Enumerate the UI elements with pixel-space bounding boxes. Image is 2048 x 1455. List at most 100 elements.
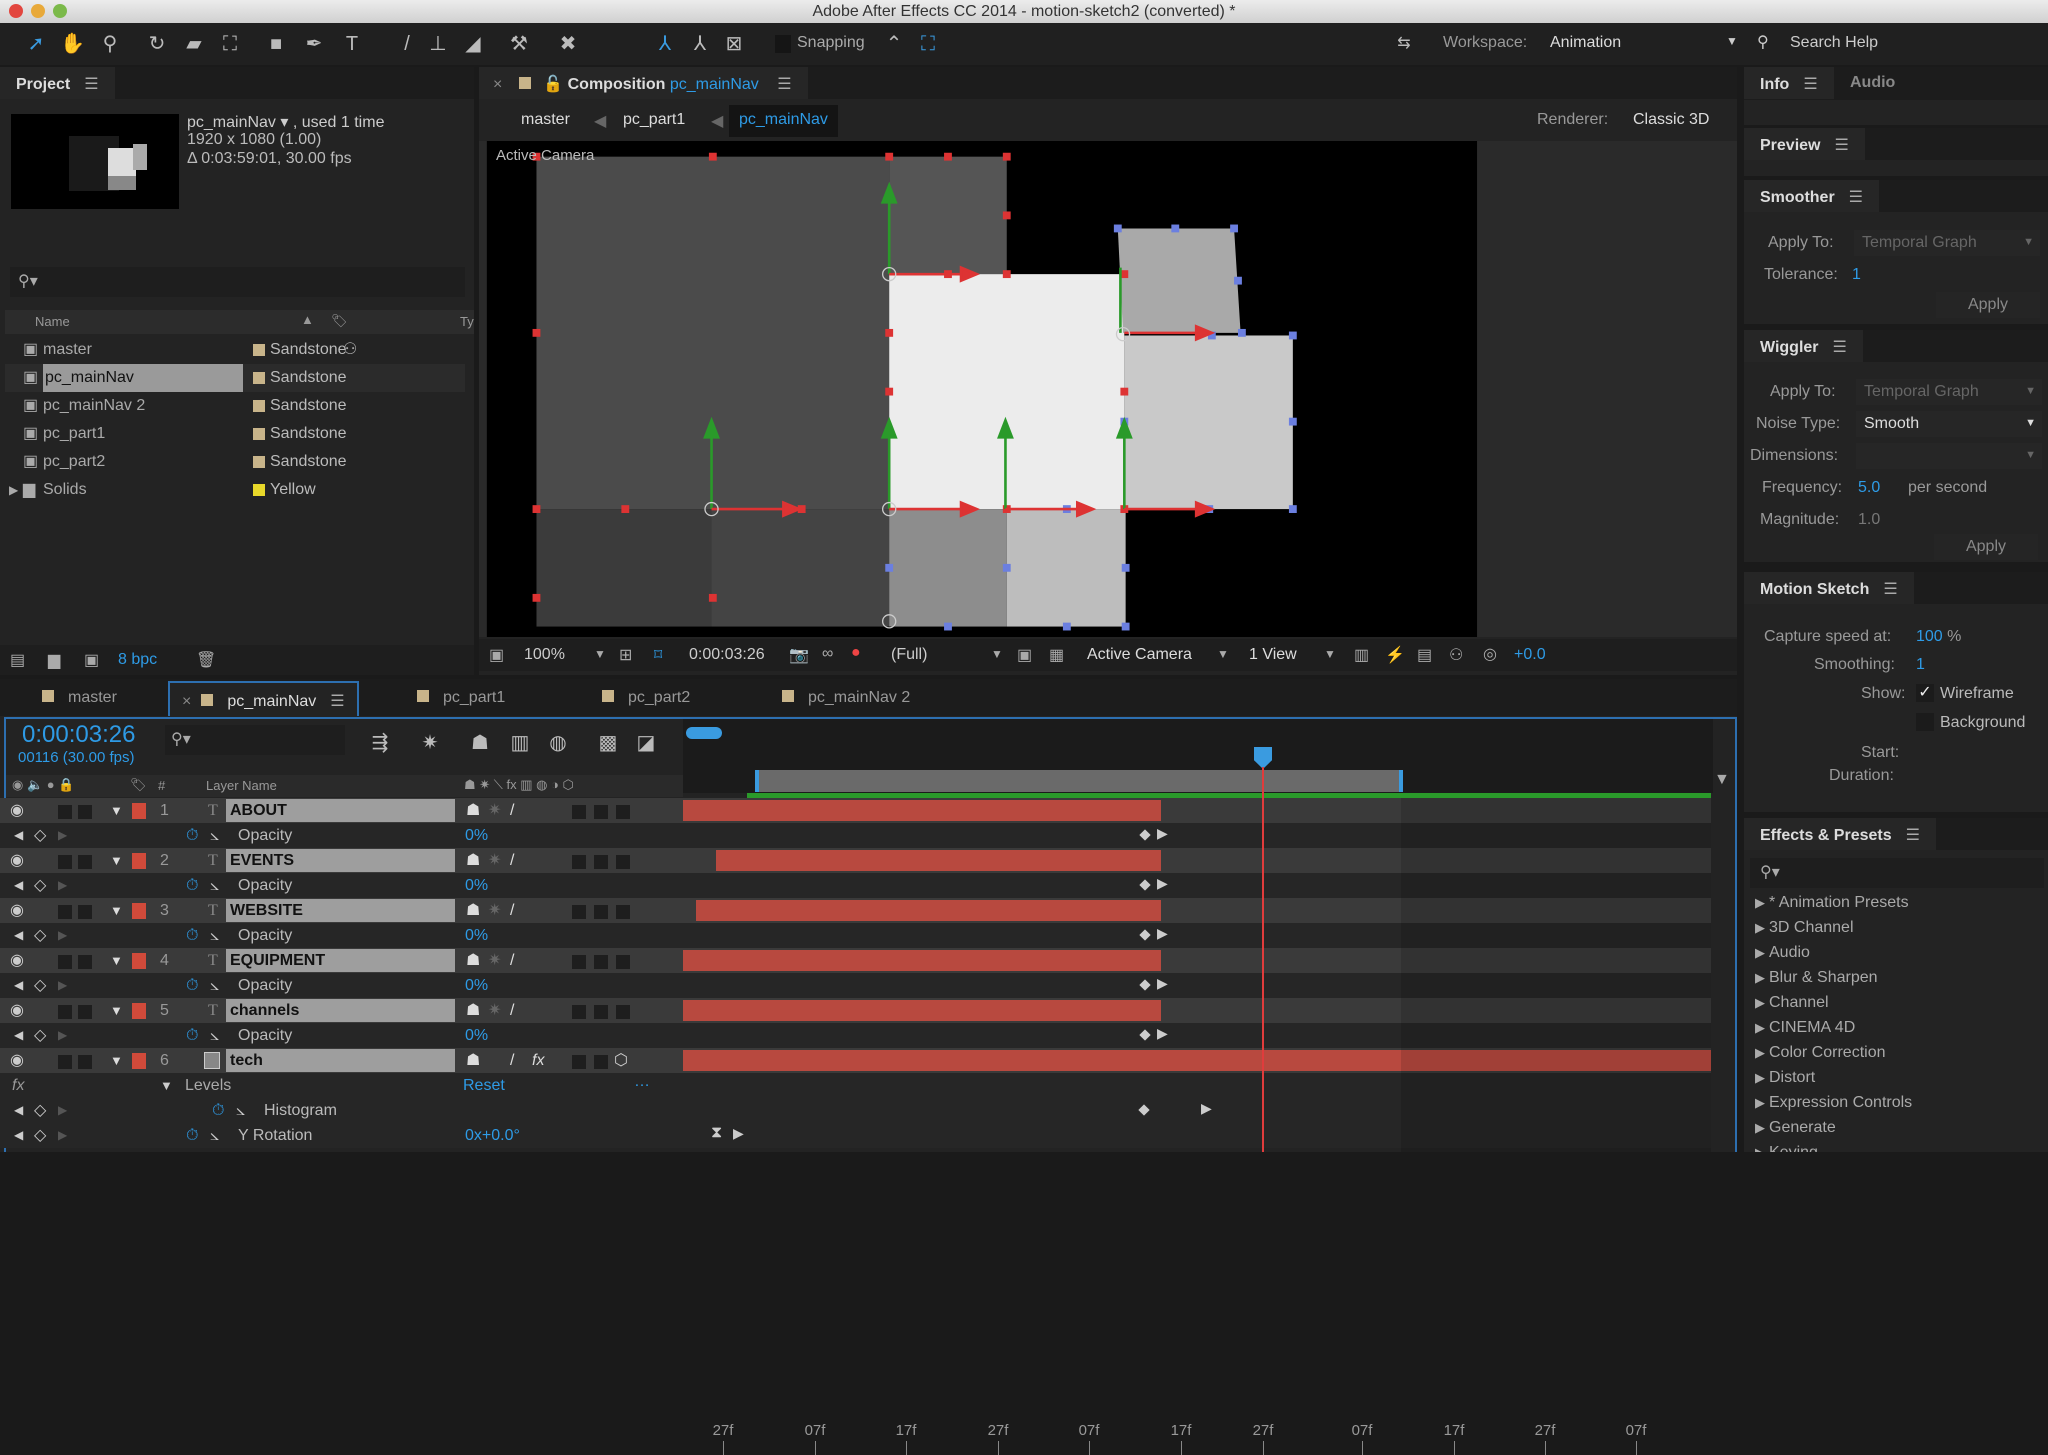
snapshot-camera-icon[interactable]: 📷: [789, 645, 809, 665]
breadcrumb-pc-mainnav[interactable]: pc_mainNav: [729, 105, 838, 137]
chevron-down-icon[interactable]: ▼: [991, 647, 1003, 661]
brush-tool-icon[interactable]: /: [395, 32, 419, 56]
shy-switch-icon[interactable]: ☗: [466, 848, 480, 873]
column-name[interactable]: Name: [35, 314, 70, 329]
panel-menu-icon[interactable]: ☰: [1833, 337, 1847, 357]
grid-overlay-icon[interactable]: ⊞: [619, 645, 632, 665]
motion-blur-switch[interactable]: [572, 1005, 586, 1019]
expand-triangle-icon[interactable]: ▶: [1755, 1045, 1765, 1060]
tab-effects-presets[interactable]: Effects & Presets ☰: [1744, 818, 1936, 850]
property-value[interactable]: 0%: [465, 873, 488, 898]
search-help-input[interactable]: Search Help: [1790, 34, 1878, 52]
layer-row[interactable]: ◉ ▼ 2 T EVENTS ☗ ✷ /: [0, 848, 683, 873]
collapse-triangle-icon[interactable]: ▼: [110, 798, 123, 823]
label-color-swatch[interactable]: [132, 1003, 146, 1019]
wiggler-apply-to-dropdown[interactable]: Temporal Graph ▼: [1856, 379, 2042, 405]
panel-menu-icon[interactable]: ☰: [1803, 74, 1817, 94]
playhead-line[interactable]: [1262, 767, 1264, 1152]
collapse-switch-icon[interactable]: ✷: [488, 998, 501, 1023]
layer-duration-bar[interactable]: [716, 850, 1161, 871]
label-color-swatch[interactable]: [253, 428, 265, 440]
label-color-swatch[interactable]: [253, 344, 265, 356]
next-keyframe-icon[interactable]: ▶: [58, 823, 67, 848]
project-search-input[interactable]: ⚲▾: [10, 267, 465, 297]
expand-triangle-icon[interactable]: ▶: [1755, 1095, 1765, 1110]
brainstorm-icon[interactable]: ▩: [596, 731, 620, 755]
timeline-icon[interactable]: ▤: [1417, 645, 1432, 665]
collapse-switch-icon[interactable]: ✷: [488, 898, 501, 923]
keyframe-diamond[interactable]: [1139, 879, 1151, 891]
collapse-switch-icon[interactable]: ✷: [488, 948, 501, 973]
chevron-down-icon[interactable]: ▼: [1324, 647, 1336, 661]
close-tab-icon[interactable]: ×: [182, 693, 191, 710]
snap-option-icon[interactable]: ⌃: [882, 32, 906, 56]
collapse-triangle-icon[interactable]: ▼: [110, 1048, 123, 1073]
expand-triangle-icon[interactable]: ▶: [1755, 945, 1765, 960]
3d-layer-switch[interactable]: [616, 955, 630, 969]
adjustment-switch[interactable]: [594, 955, 608, 969]
color-channels-icon[interactable]: ●: [851, 644, 861, 662]
label-color-swatch[interactable]: [132, 1053, 146, 1069]
graph-editor-set-icon[interactable]: ⦣: [236, 1098, 245, 1123]
visibility-eye-icon[interactable]: ◉: [10, 1048, 24, 1073]
wiggler-apply-button[interactable]: Apply: [1934, 534, 2038, 560]
visibility-eye-icon[interactable]: ◉: [10, 998, 24, 1023]
mask-visibility-icon[interactable]: ⌑: [654, 645, 662, 665]
tab-timeline-pc_mainnav-2[interactable]: pc_mainNav 2: [770, 681, 922, 716]
workspace-sync-icon[interactable]: ⇆: [1392, 32, 1416, 56]
tab-wiggler[interactable]: Wiggler ☰: [1744, 330, 1863, 362]
quality-switch-icon[interactable]: /: [510, 898, 514, 923]
collapse-triangle-icon[interactable]: ▼: [110, 998, 123, 1023]
label-color-swatch[interactable]: [253, 372, 265, 384]
layer-name[interactable]: EVENTS: [226, 849, 455, 872]
roto-brush-tool-icon[interactable]: ⚒: [507, 32, 531, 56]
lock-switch[interactable]: [78, 855, 92, 869]
layer-plane[interactable]: [536, 509, 712, 627]
local-axis-icon[interactable]: ⅄: [653, 32, 677, 56]
minimize-window-button[interactable]: [31, 4, 45, 18]
pan-behind-tool-icon[interactable]: ⛶: [218, 32, 242, 56]
effects-category-item[interactable]: ▶ Channel: [1755, 994, 1829, 1012]
smoother-apply-button[interactable]: Apply: [1936, 292, 2040, 318]
effects-category-item[interactable]: ▶ Distort: [1755, 1069, 1815, 1087]
add-keyframe-icon[interactable]: ◇: [34, 873, 46, 898]
project-item-name[interactable]: pc_part2: [43, 448, 105, 476]
expand-triangle-icon[interactable]: ▶: [1755, 1020, 1765, 1035]
label-color-swatch[interactable]: [132, 803, 146, 819]
clone-stamp-tool-icon[interactable]: ⊥: [426, 32, 450, 56]
layer-duration-bar[interactable]: [696, 900, 1161, 921]
close-tab-icon[interactable]: ×: [493, 76, 502, 93]
puppet-pin-tool-icon[interactable]: ✖: [556, 32, 580, 56]
keyframe-end-icon[interactable]: ▶: [1157, 825, 1168, 842]
expand-triangle-icon[interactable]: ▶: [1755, 1120, 1765, 1135]
quality-switch-icon[interactable]: /: [510, 1048, 514, 1073]
tab-project[interactable]: Project ☰: [0, 67, 115, 99]
tab-timeline-pc_mainnav[interactable]: × pc_mainNav ☰: [168, 681, 359, 716]
snapping-checkbox[interactable]: [775, 35, 791, 53]
hand-tool-icon[interactable]: ✋: [60, 32, 85, 56]
layer-tech-plane[interactable]: [1006, 509, 1126, 627]
toggle-pixel-aspect-icon[interactable]: ▥: [1354, 645, 1369, 665]
wireframe-checkbox[interactable]: ✓: [1916, 684, 1934, 702]
shy-switch-icon[interactable]: ☗: [466, 798, 480, 823]
region-of-interest-icon[interactable]: ▣: [1017, 645, 1032, 665]
project-item-name[interactable]: master: [43, 336, 92, 364]
keyframe-end-icon[interactable]: ▶: [1201, 1100, 1212, 1117]
layer-name[interactable]: channels: [226, 999, 455, 1022]
expand-triangle-icon[interactable]: ▶: [9, 476, 18, 504]
layer-plane[interactable]: [889, 509, 1007, 627]
label-color-swatch[interactable]: [132, 953, 146, 969]
layer-name[interactable]: ABOUT: [226, 799, 455, 822]
effects-category-item[interactable]: ▶ Expression Controls: [1755, 1094, 1912, 1112]
workspace-dropdown[interactable]: Animation: [1550, 34, 1621, 52]
tab-audio[interactable]: Audio: [1850, 74, 1895, 92]
previous-keyframe-icon[interactable]: ◀: [14, 1098, 23, 1123]
project-item-name[interactable]: Solids: [43, 476, 87, 504]
graph-editor-set-icon[interactable]: ⦣: [210, 1023, 219, 1048]
add-keyframe-icon[interactable]: ◇: [34, 1123, 46, 1148]
collapse-switch-icon[interactable]: ✷: [488, 848, 501, 873]
stopwatch-icon[interactable]: ⏱: [212, 1098, 224, 1123]
view-layout-dropdown[interactable]: 1 View: [1249, 646, 1297, 664]
lock-switch[interactable]: [78, 955, 92, 969]
exposure-value[interactable]: +0.0: [1514, 646, 1546, 664]
